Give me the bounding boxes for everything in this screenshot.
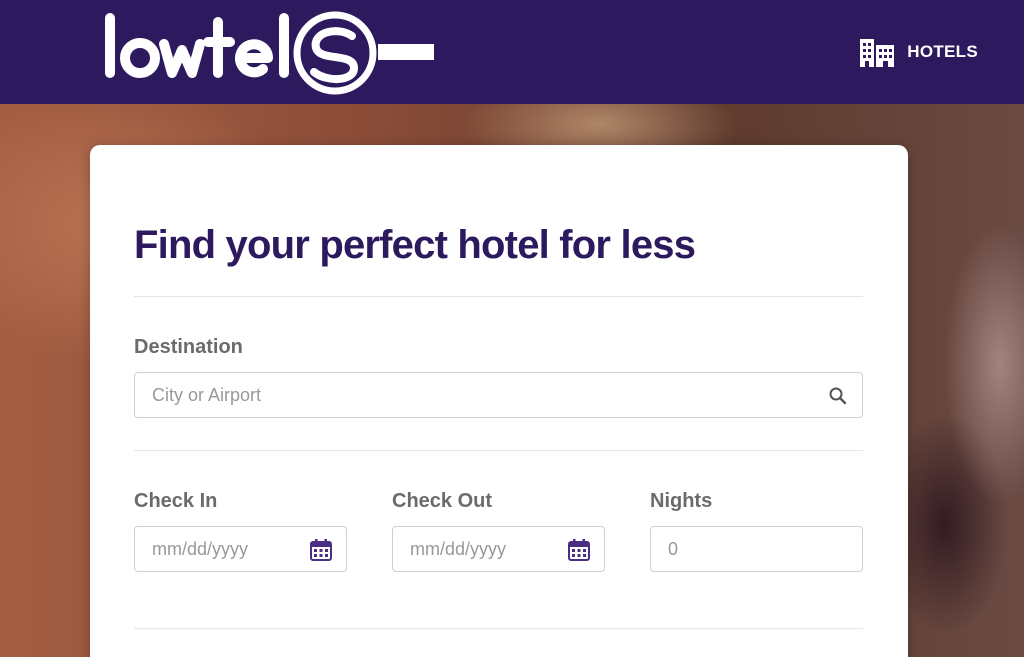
check-in-label: Check In bbox=[134, 490, 218, 512]
divider bbox=[134, 450, 863, 451]
calendar-icon[interactable] bbox=[568, 539, 590, 561]
building-icon bbox=[860, 39, 895, 67]
nights-label: Nights bbox=[650, 490, 713, 512]
hotel-search-card: Find your perfect hotel for less Destina… bbox=[90, 145, 908, 657]
nights-input[interactable] bbox=[668, 527, 848, 571]
search-icon[interactable] bbox=[829, 387, 847, 405]
calendar-icon[interactable] bbox=[310, 539, 332, 561]
check-out-label: Check Out bbox=[392, 490, 493, 512]
check-in-input[interactable] bbox=[152, 527, 302, 571]
check-out-field[interactable] bbox=[392, 526, 605, 572]
nav-hotels-label: HOTELS bbox=[907, 42, 978, 61]
nights-field[interactable] bbox=[650, 526, 863, 572]
destination-field[interactable] bbox=[134, 372, 863, 418]
check-in-field[interactable] bbox=[134, 526, 347, 572]
destination-input[interactable] bbox=[152, 373, 802, 417]
nav-hotels-link[interactable]: HOTELS bbox=[860, 34, 978, 70]
check-out-input[interactable] bbox=[410, 527, 560, 571]
divider bbox=[134, 296, 863, 297]
search-card-title: Find your perfect hotel for less bbox=[134, 223, 696, 267]
lowtels-logo[interactable] bbox=[100, 8, 440, 98]
top-header: HOTELS bbox=[0, 0, 1024, 104]
divider bbox=[134, 628, 863, 629]
destination-label: Destination bbox=[134, 336, 243, 358]
